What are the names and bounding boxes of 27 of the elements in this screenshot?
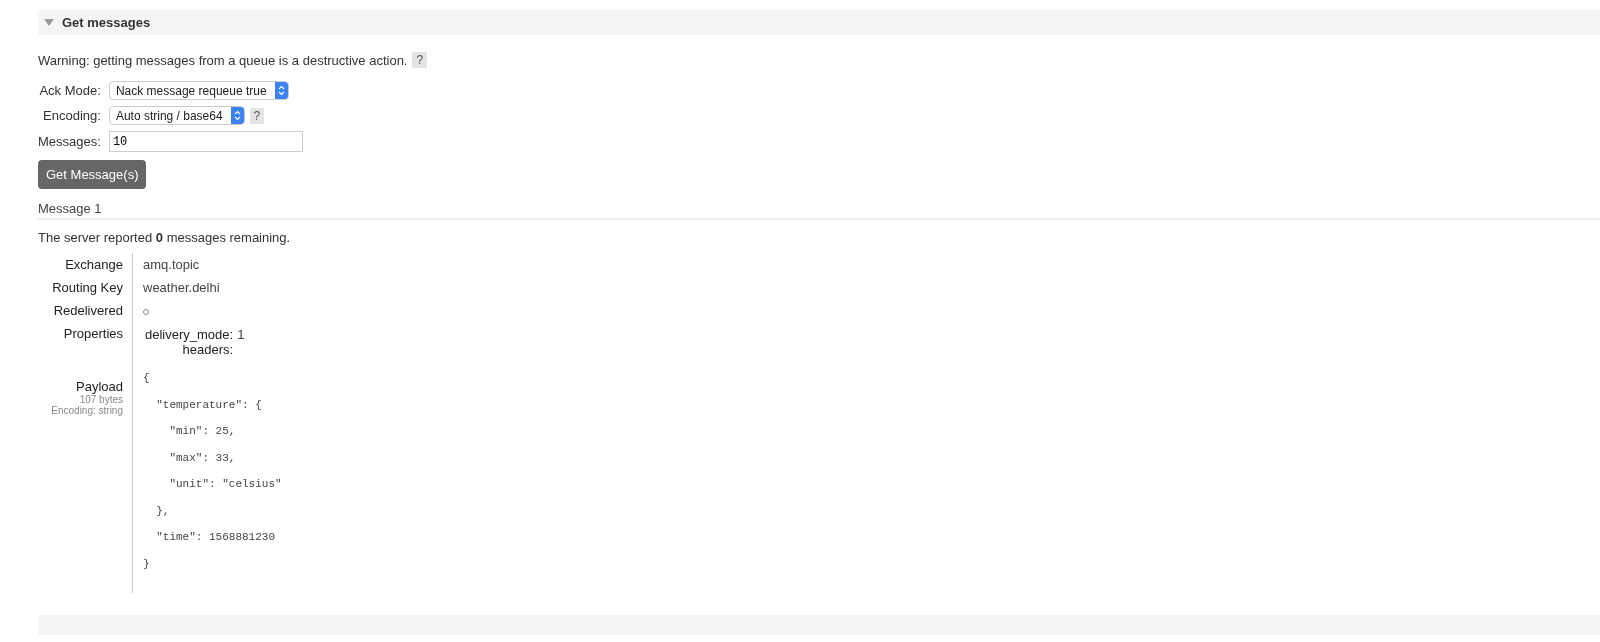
field-label: Properties <box>38 322 133 357</box>
field-label: Routing Key <box>38 276 133 299</box>
help-button[interactable]: ? <box>249 107 265 124</box>
help-button[interactable]: ? <box>412 52 428 68</box>
field-label: Ack Mode: <box>38 83 101 98</box>
section-header[interactable]: Get messages <box>38 10 1600 35</box>
payload-encoding: Encoding: string <box>50 405 123 416</box>
field-label: Redelivered <box>38 299 133 322</box>
property-key: headers: <box>145 342 234 357</box>
payload-size: 107 bytes <box>79 394 123 405</box>
section-title: Get messages <box>62 15 151 30</box>
select-field[interactable]: Nack message requeue true <box>108 81 289 100</box>
property-value: 1 <box>237 327 245 342</box>
message-heading: Message 1 <box>38 201 1600 220</box>
warning-text: Warning: getting messages from a queue is a destructive action. <box>38 52 408 68</box>
get-messages-button[interactable]: Get Message(s) <box>38 160 147 189</box>
field-value: weather.delhi <box>142 279 221 297</box>
field-label: Payload <box>75 379 123 394</box>
select-field[interactable]: Auto string / base64 <box>108 106 245 125</box>
input-field[interactable]: 10 <box>108 131 303 152</box>
field-value: amq.topic <box>142 256 201 274</box>
remaining-text: The server reported 0 messages remaining. <box>38 230 292 245</box>
payload-text: { "temperature": { "min": 25, "max": 33, "unit": "celsius" }, "time": 1568881230 } <box>142 371 282 572</box>
property-key: delivery_mode: <box>145 327 234 342</box>
field-label: Exchange <box>38 253 133 276</box>
field-label: Encoding: <box>42 108 101 123</box>
field-label: Messages: <box>38 134 101 149</box>
